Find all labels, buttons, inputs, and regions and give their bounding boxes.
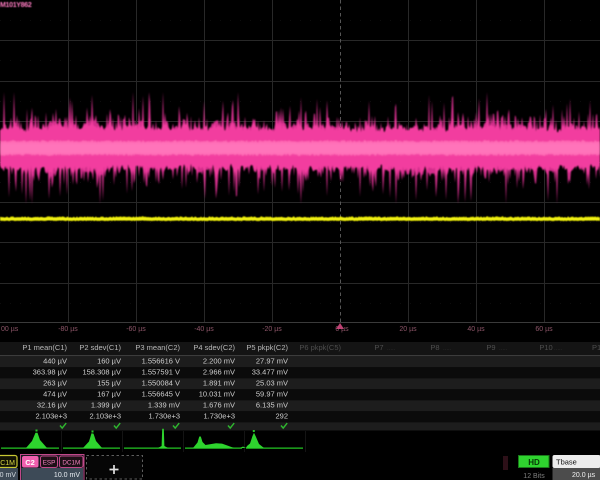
- svg-text:20.0 µs: 20.0 µs: [572, 472, 596, 479]
- svg-text:6.135 mV: 6.135 mV: [256, 401, 288, 410]
- svg-text:1.399 µV: 1.399 µV: [91, 401, 121, 410]
- svg-text:P6 pkpk(C5): P6 pkpk(C5): [299, 343, 341, 352]
- svg-text:474 µV: 474 µV: [43, 390, 67, 399]
- svg-text:363.98 µV: 363.98 µV: [33, 368, 67, 377]
- svg-text:.....: .....: [499, 346, 508, 352]
- svg-text:25.03 mV: 25.03 mV: [256, 379, 288, 388]
- svg-text:0 mV: 0 mV: [0, 472, 16, 479]
- svg-text:1.676 mV: 1.676 mV: [203, 401, 235, 410]
- svg-text:.....: .....: [387, 346, 396, 352]
- svg-text:00 µs: 00 µs: [1, 326, 19, 333]
- svg-text:1.339 mV: 1.339 mV: [148, 401, 180, 410]
- svg-text:167 µV: 167 µV: [97, 390, 121, 399]
- svg-text:P7: P7: [374, 343, 383, 352]
- svg-text:1.556645 V: 1.556645 V: [142, 390, 180, 399]
- svg-text:2.200 mV: 2.200 mV: [203, 357, 235, 366]
- svg-text:-80 µs: -80 µs: [58, 326, 78, 333]
- svg-text:ESP: ESP: [43, 460, 56, 467]
- svg-text:.....: .....: [554, 346, 563, 352]
- svg-text:-20 µs: -20 µs: [262, 326, 282, 333]
- svg-text:10.0 mV: 10.0 mV: [54, 472, 80, 479]
- svg-text:P10: P10: [539, 343, 552, 352]
- svg-text:27.97 mV: 27.97 mV: [256, 357, 288, 366]
- svg-text:1.891 mV: 1.891 mV: [203, 379, 235, 388]
- svg-text:HD: HD: [528, 458, 540, 467]
- svg-text:160 µV: 160 µV: [97, 357, 121, 366]
- svg-text:60 µs: 60 µs: [535, 326, 553, 333]
- svg-text:P1: P1: [592, 343, 600, 352]
- svg-text:10.031 mV: 10.031 mV: [199, 390, 235, 399]
- svg-text:P3 mean(C2): P3 mean(C2): [135, 343, 180, 352]
- svg-text:1.730e+3: 1.730e+3: [204, 412, 236, 421]
- svg-text:20 µs: 20 µs: [399, 326, 417, 333]
- svg-text:-40 µs: -40 µs: [194, 326, 214, 333]
- svg-text:1.730e+3: 1.730e+3: [149, 412, 181, 421]
- svg-text:2.103e+3: 2.103e+3: [90, 412, 122, 421]
- svg-text:12 Bits: 12 Bits: [523, 473, 545, 480]
- svg-text:155 µV: 155 µV: [97, 379, 121, 388]
- svg-text:.....: .....: [443, 346, 452, 352]
- svg-text:-60 µs: -60 µs: [126, 326, 146, 333]
- svg-text:P4 sdev(C2): P4 sdev(C2): [193, 343, 235, 352]
- svg-text:P5 pkpk(C2): P5 pkpk(C2): [246, 343, 288, 352]
- svg-text:DC1M: DC1M: [62, 460, 80, 467]
- svg-text:2.966 mV: 2.966 mV: [203, 368, 235, 377]
- svg-text:Tbase: Tbase: [556, 458, 577, 467]
- svg-text:C1M: C1M: [0, 460, 15, 467]
- svg-text:C2: C2: [25, 458, 35, 467]
- svg-text:1.556616 V: 1.556616 V: [142, 357, 180, 366]
- svg-text:1.557591 V: 1.557591 V: [142, 368, 180, 377]
- svg-text:263 µV: 263 µV: [43, 379, 67, 388]
- svg-text:1.550084 V: 1.550084 V: [142, 379, 180, 388]
- svg-text:32.16 µV: 32.16 µV: [37, 401, 67, 410]
- svg-text:440 µV: 440 µV: [43, 357, 67, 366]
- svg-text:59.97 mV: 59.97 mV: [256, 390, 288, 399]
- svg-text:292: 292: [275, 412, 288, 421]
- svg-text:P8: P8: [430, 343, 439, 352]
- svg-text:33.477 mV: 33.477 mV: [252, 368, 288, 377]
- svg-text:P1 mean(C1): P1 mean(C1): [22, 343, 67, 352]
- svg-text:2.103e+3: 2.103e+3: [36, 412, 68, 421]
- svg-text:M101Y862: M101Y862: [0, 2, 32, 9]
- svg-text:P9: P9: [486, 343, 495, 352]
- svg-text:P2 sdev(C1): P2 sdev(C1): [79, 343, 121, 352]
- svg-text:158.308 µV: 158.308 µV: [82, 368, 121, 377]
- svg-text:40 µs: 40 µs: [467, 326, 485, 333]
